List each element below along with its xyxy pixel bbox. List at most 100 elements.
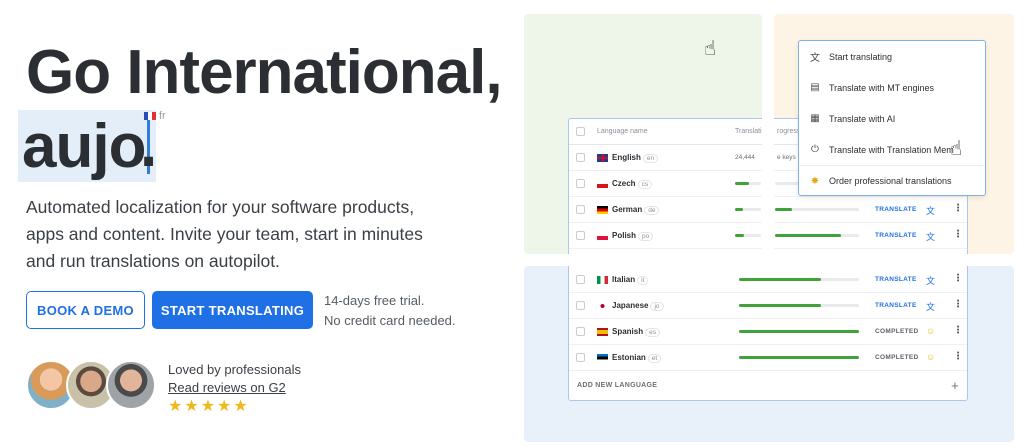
progress-fill <box>735 208 743 211</box>
panel-separator <box>524 254 1014 266</box>
translate-dropdown-menu: 文 Start translating ▤ Translate with MT eng… <box>798 40 986 196</box>
column-language: Language name <box>597 128 648 135</box>
translate-button[interactable]: TRANSLATE <box>875 206 917 213</box>
menu-item-label: Translate with MT engines <box>829 82 935 93</box>
headline-line2: aujo . fr <box>18 108 506 182</box>
row-checkbox[interactable] <box>576 179 585 188</box>
menu-item-label: Translate with AI <box>829 113 896 124</box>
avatar <box>106 360 156 410</box>
progress-fill <box>735 182 750 185</box>
row-checkbox[interactable] <box>576 353 585 362</box>
language-badge: fr <box>144 110 166 122</box>
ee-flag-icon <box>597 354 608 362</box>
translate-icon[interactable]: 文 <box>926 274 935 287</box>
translate-button[interactable]: TRANSLATE <box>875 302 917 309</box>
menu-item[interactable]: ✸ Order professional translations <box>799 165 985 196</box>
language-name: English en <box>612 153 659 163</box>
review-progress-bar <box>775 234 859 237</box>
translation-progress-bar <box>735 182 761 185</box>
progress-fill <box>739 278 821 281</box>
more-options-icon[interactable]: ⋮ <box>953 229 963 240</box>
hero-subtext: Automated localization for your software… <box>26 197 423 271</box>
pl-flag-icon <box>597 232 608 240</box>
hand-cursor-icon: ☝ <box>950 138 963 160</box>
more-options-icon[interactable]: ⋮ <box>953 351 963 362</box>
progress-fill <box>735 234 745 237</box>
jp-flag-icon <box>597 302 608 310</box>
progress-fill <box>775 208 792 211</box>
more-options-icon[interactable]: ⋮ <box>953 203 963 214</box>
plug-icon: ⏻ <box>811 144 819 155</box>
select-all-checkbox[interactable] <box>576 127 585 136</box>
add-language-row[interactable]: ADD NEW LANGUAGE + <box>569 372 967 400</box>
translation-progress-bar <box>739 278 859 281</box>
base-keys-label: e keys <box>777 154 796 161</box>
g2-reviews-link[interactable]: Read reviews on G2 <box>168 378 286 397</box>
ai-chip-icon: ▦ <box>810 113 820 124</box>
translation-progress-bar <box>735 234 761 237</box>
more-options-icon[interactable]: ⋮ <box>953 299 963 310</box>
mt-engine-icon: ▤ <box>810 82 820 93</box>
smiley-icon[interactable]: ☺ <box>926 326 935 336</box>
hand-cursor-icon: ☝ <box>704 38 717 60</box>
add-language-label: ADD NEW LANGUAGE <box>577 382 658 389</box>
language-code: de <box>644 206 660 215</box>
headline-line1: Go International, <box>26 38 503 107</box>
plus-icon[interactable]: + <box>951 378 959 393</box>
base-keys-count: 24,444 <box>735 154 755 161</box>
table-row[interactable]: Spanish es COMPLETED ☺ ⋮ <box>569 319 967 345</box>
translate-button[interactable]: TRANSLATE <box>875 276 917 283</box>
translate-icon: 文 <box>810 53 820 64</box>
start-translating-button[interactable]: START TRANSLATING <box>152 291 313 329</box>
more-options-icon[interactable]: ⋮ <box>953 273 963 284</box>
row-checkbox[interactable] <box>576 153 585 162</box>
loved-by-text: Loved by professionals <box>168 362 301 377</box>
translate-icon[interactable]: 文 <box>926 300 935 313</box>
more-options-icon[interactable]: ⋮ <box>953 325 963 336</box>
translate-button[interactable]: TRANSLATE <box>875 232 917 239</box>
france-flag-icon <box>144 112 156 120</box>
trial-line-1: 14-days free trial. <box>324 293 425 308</box>
language-code: it <box>637 276 649 285</box>
completed-status: COMPLETED <box>875 354 919 361</box>
translation-progress-bar <box>739 356 859 359</box>
translate-icon[interactable]: 文 <box>926 230 935 243</box>
panel-separator <box>762 14 774 254</box>
row-checkbox[interactable] <box>576 231 585 240</box>
table-row[interactable]: Italian it TRANSLATE 文 ⋮ <box>569 267 967 293</box>
row-checkbox[interactable] <box>576 327 585 336</box>
column-progress: rogress <box>777 128 801 135</box>
menu-item[interactable]: ▦ Translate with AI <box>799 103 985 134</box>
language-name: Japanese jo <box>612 301 664 311</box>
language-name: Italian it <box>612 275 649 285</box>
column-translation: Translatio <box>735 128 766 135</box>
review-progress-bar <box>775 208 859 211</box>
menu-item[interactable]: ▤ Translate with MT engines <box>799 72 985 103</box>
table-row[interactable]: Estonian et COMPLETED ☺ ⋮ <box>569 345 967 371</box>
translate-icon[interactable]: 文 <box>926 204 935 217</box>
typed-word-highlight: aujo <box>18 110 157 182</box>
menu-item-label: Translate with Translation Mem <box>829 144 954 155</box>
it-flag-icon <box>597 276 608 284</box>
row-checkbox[interactable] <box>576 275 585 284</box>
cz-flag-icon <box>597 180 608 188</box>
menu-item[interactable]: 文 Start translating <box>799 41 985 72</box>
book-demo-button[interactable]: BOOK A DEMO <box>26 291 145 329</box>
row-checkbox[interactable] <box>576 205 585 214</box>
language-name: Spanish es <box>612 327 660 337</box>
progress-fill <box>739 356 859 359</box>
testimonial-avatars <box>26 360 156 412</box>
hero: Go International, aujo . fr <box>18 38 506 182</box>
row-checkbox[interactable] <box>576 301 585 310</box>
language-code: fr <box>159 110 166 122</box>
translation-progress-bar <box>735 208 761 211</box>
language-code: es <box>645 328 660 337</box>
language-code: et <box>647 354 662 363</box>
language-code: cs <box>637 180 653 189</box>
progress-fill <box>739 304 821 307</box>
typed-word: aujo <box>22 111 146 181</box>
smiley-icon[interactable]: ☺ <box>926 352 935 362</box>
table-row[interactable]: Japanese jo TRANSLATE 文 ⋮ <box>569 293 967 319</box>
language-name: Czech cs <box>612 179 653 189</box>
progress-fill <box>775 234 841 237</box>
